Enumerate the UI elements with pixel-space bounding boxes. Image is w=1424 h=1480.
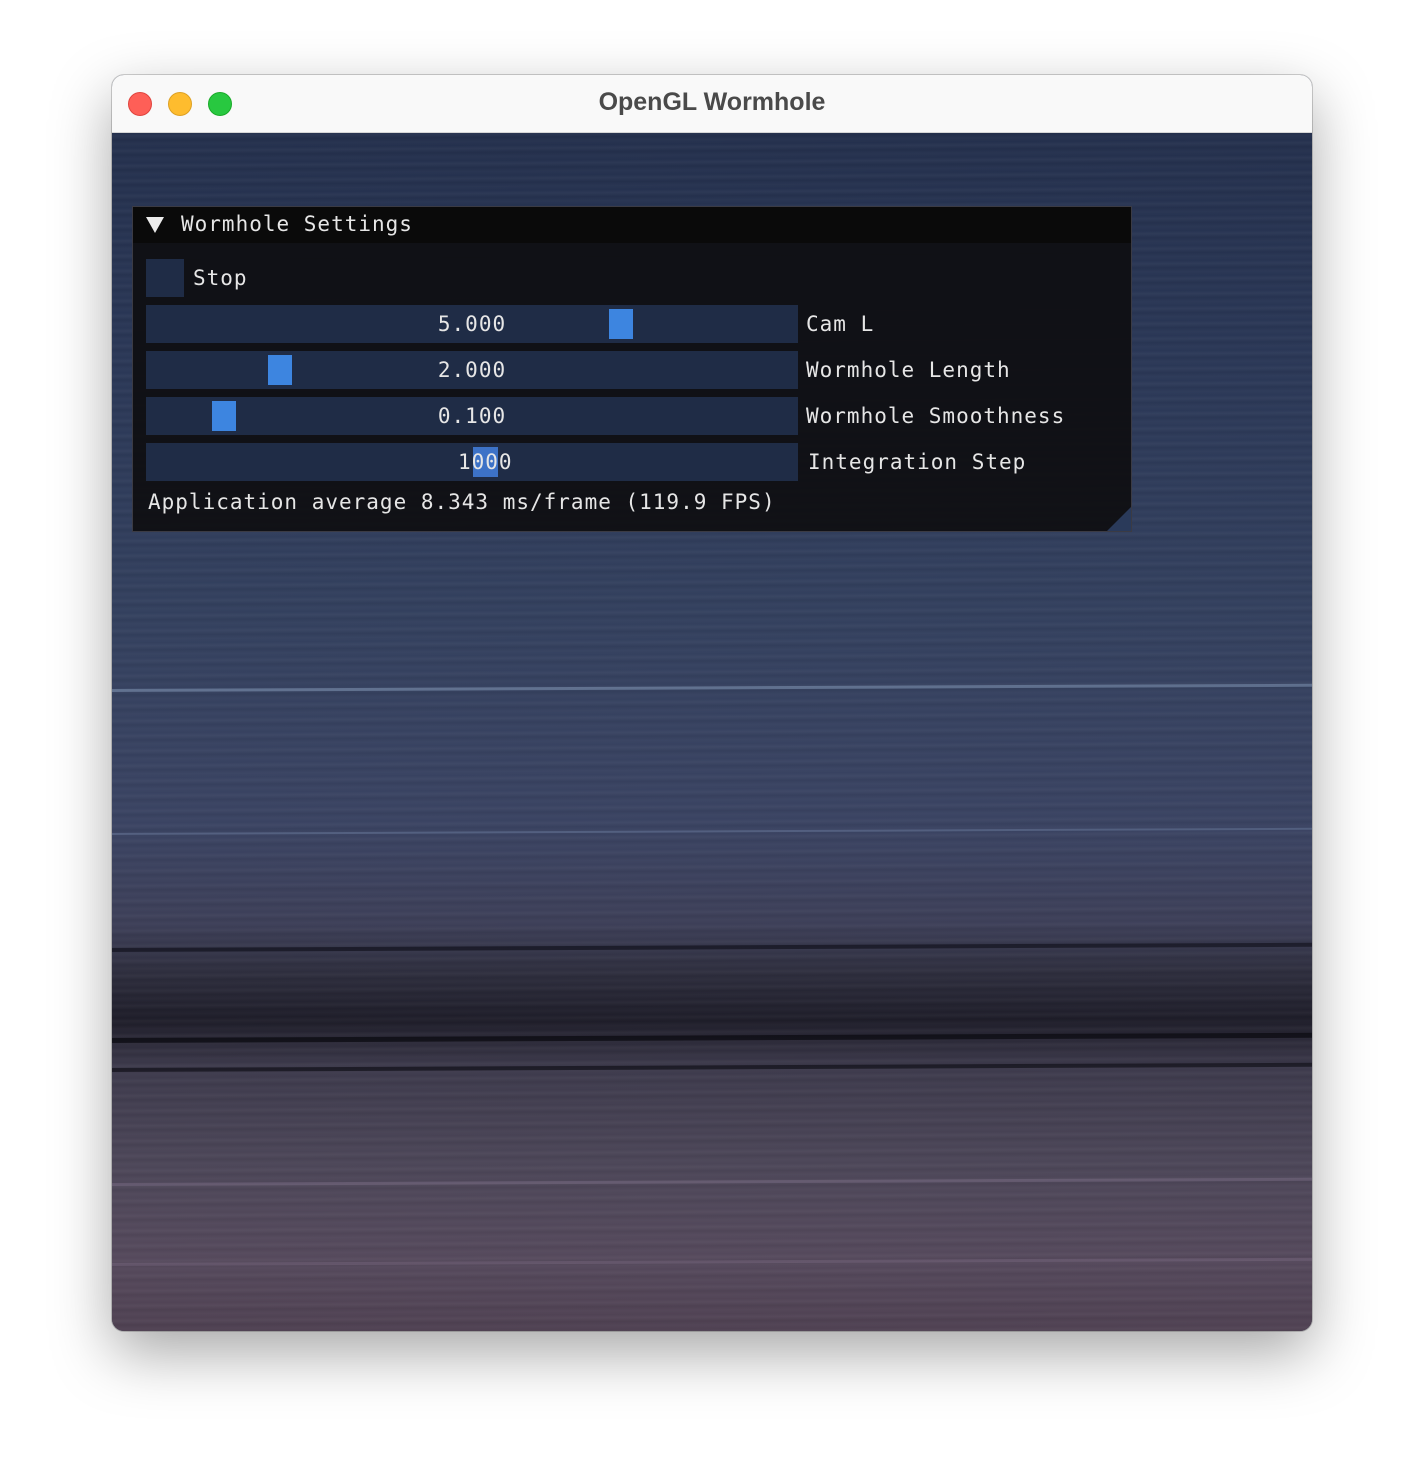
integration-step-label: Integration Step <box>808 450 1027 474</box>
title-bar[interactable]: OpenGL Wormhole <box>112 75 1312 133</box>
slider-value: 2.000 <box>437 358 507 382</box>
panel-header[interactable]: Wormhole Settings <box>133 207 1131 243</box>
integration-step-input[interactable]: 1000 <box>146 443 798 481</box>
cam-l-label: Cam L <box>806 312 875 336</box>
slider-value: 0.100 <box>437 404 507 428</box>
collapse-triangle-icon[interactable] <box>146 217 164 233</box>
light-streak <box>112 1177 1312 1186</box>
stop-checkbox-label: Stop <box>193 266 248 290</box>
wormhole-length-label: Wormhole Length <box>806 358 1011 382</box>
dark-streak <box>112 1062 1312 1072</box>
fps-status-text: Application average 8.343 ms/frame (119.… <box>148 490 776 514</box>
wormhole-settings-panel: Wormhole Settings Stop 5.000 Cam L 2.000… <box>132 206 1132 532</box>
window-title: OpenGL Wormhole <box>598 88 826 116</box>
wormhole-render-view[interactable]: Wormhole Settings Stop 5.000 Cam L 2.000… <box>112 133 1312 1331</box>
dark-streak <box>112 1032 1312 1043</box>
stop-checkbox[interactable] <box>146 259 184 297</box>
dark-streak <box>112 942 1312 952</box>
wormhole-smoothness-label: Wormhole Smoothness <box>806 404 1066 428</box>
slider-value: 5.000 <box>437 312 507 336</box>
wormhole-smoothness-slider[interactable]: 0.100 <box>146 397 798 435</box>
app-window: OpenGL Wormhole Wormhole Settings Stop 5… <box>112 75 1312 1331</box>
light-streak <box>112 1257 1312 1266</box>
resize-grip-icon[interactable] <box>1107 507 1131 531</box>
light-streak <box>112 827 1312 835</box>
integration-step-value[interactable]: 1000 <box>458 450 513 474</box>
wormhole-length-slider[interactable]: 2.000 <box>146 351 798 389</box>
panel-title: Wormhole Settings <box>181 212 413 236</box>
cam-l-slider[interactable]: 5.000 <box>146 305 798 343</box>
light-streak <box>112 683 1312 692</box>
